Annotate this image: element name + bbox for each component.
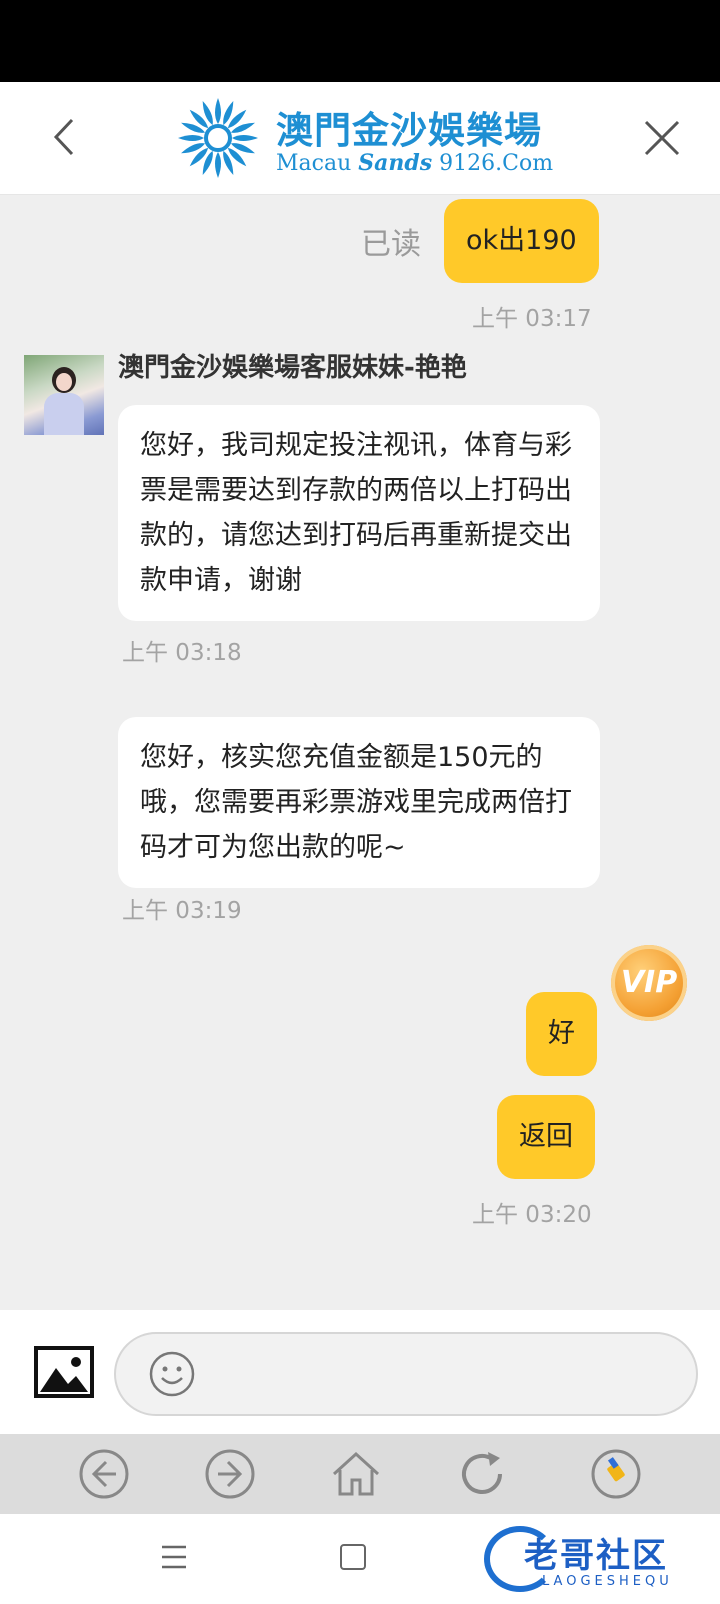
header: 澳門金沙娛樂場 Macau Sands 9126.Com xyxy=(0,82,720,195)
image-icon[interactable] xyxy=(34,1346,94,1398)
chat-area[interactable]: 已读 ok出190 上午 03:17 澳門金沙娛樂場客服妹妹-艳艳 您好，我司规… xyxy=(0,195,720,1505)
system-nav-bar: 老哥社区 LAOGESHEQU xyxy=(0,1514,720,1604)
avatar[interactable] xyxy=(24,355,104,435)
my-message-bubble[interactable]: ok出190 xyxy=(444,199,599,283)
vip-badge-icon[interactable]: VIP xyxy=(611,945,687,1021)
home-button-icon[interactable] xyxy=(340,1544,366,1570)
watermark-text: 老哥社区 xyxy=(524,1536,668,1576)
logo-title: 澳門金沙娛樂場 xyxy=(276,108,542,152)
status-bar xyxy=(0,0,720,82)
browser-toolbar xyxy=(0,1434,720,1514)
read-status: 已读 xyxy=(361,227,421,262)
clean-icon[interactable] xyxy=(590,1448,642,1500)
my-message-bubble[interactable]: 返回 xyxy=(497,1095,595,1179)
message-time: 上午 03:20 xyxy=(472,1202,592,1228)
watermark-subtext: LAOGESHEQU xyxy=(542,1574,673,1589)
watermark-logo: 老哥社区 LAOGESHEQU xyxy=(484,1520,710,1600)
agent-message-bubble[interactable]: 您好，我司规定投注视讯，体育与彩票是需要达到存款的两倍以上打码出款的，请您达到打… xyxy=(118,405,600,621)
my-message-bubble[interactable]: 好 xyxy=(526,992,597,1076)
sender-name: 澳門金沙娛樂場客服妹妹-艳艳 xyxy=(118,353,467,383)
input-bar xyxy=(0,1310,720,1434)
recent-apps-icon[interactable] xyxy=(160,1544,188,1570)
back-icon[interactable] xyxy=(78,1448,130,1500)
agent-message-bubble[interactable]: 您好，核实您充值金额是150元的哦，您需要再彩票游戏里完成两倍打码才可为您出款的… xyxy=(118,717,600,888)
logo-subtitle: Macau Sands 9126.Com xyxy=(276,150,553,176)
logo-prefix: Macau xyxy=(276,151,359,176)
message-input[interactable] xyxy=(114,1332,698,1416)
sun-logo-icon xyxy=(178,98,258,178)
message-time: 上午 03:18 xyxy=(122,640,242,666)
brand-logo: 澳門金沙娛樂場 Macau Sands 9126.Com xyxy=(170,90,560,186)
logo-suffix: 9126.Com xyxy=(432,151,554,176)
forward-icon[interactable] xyxy=(204,1448,256,1500)
refresh-icon[interactable] xyxy=(456,1448,508,1500)
emoji-icon[interactable] xyxy=(148,1350,196,1398)
logo-brand: Sands xyxy=(358,150,433,176)
home-icon[interactable] xyxy=(330,1448,382,1500)
chevron-left-icon[interactable] xyxy=(46,112,86,162)
message-time: 上午 03:17 xyxy=(472,306,592,332)
message-time: 上午 03:19 xyxy=(122,898,242,924)
close-icon[interactable] xyxy=(640,116,684,160)
